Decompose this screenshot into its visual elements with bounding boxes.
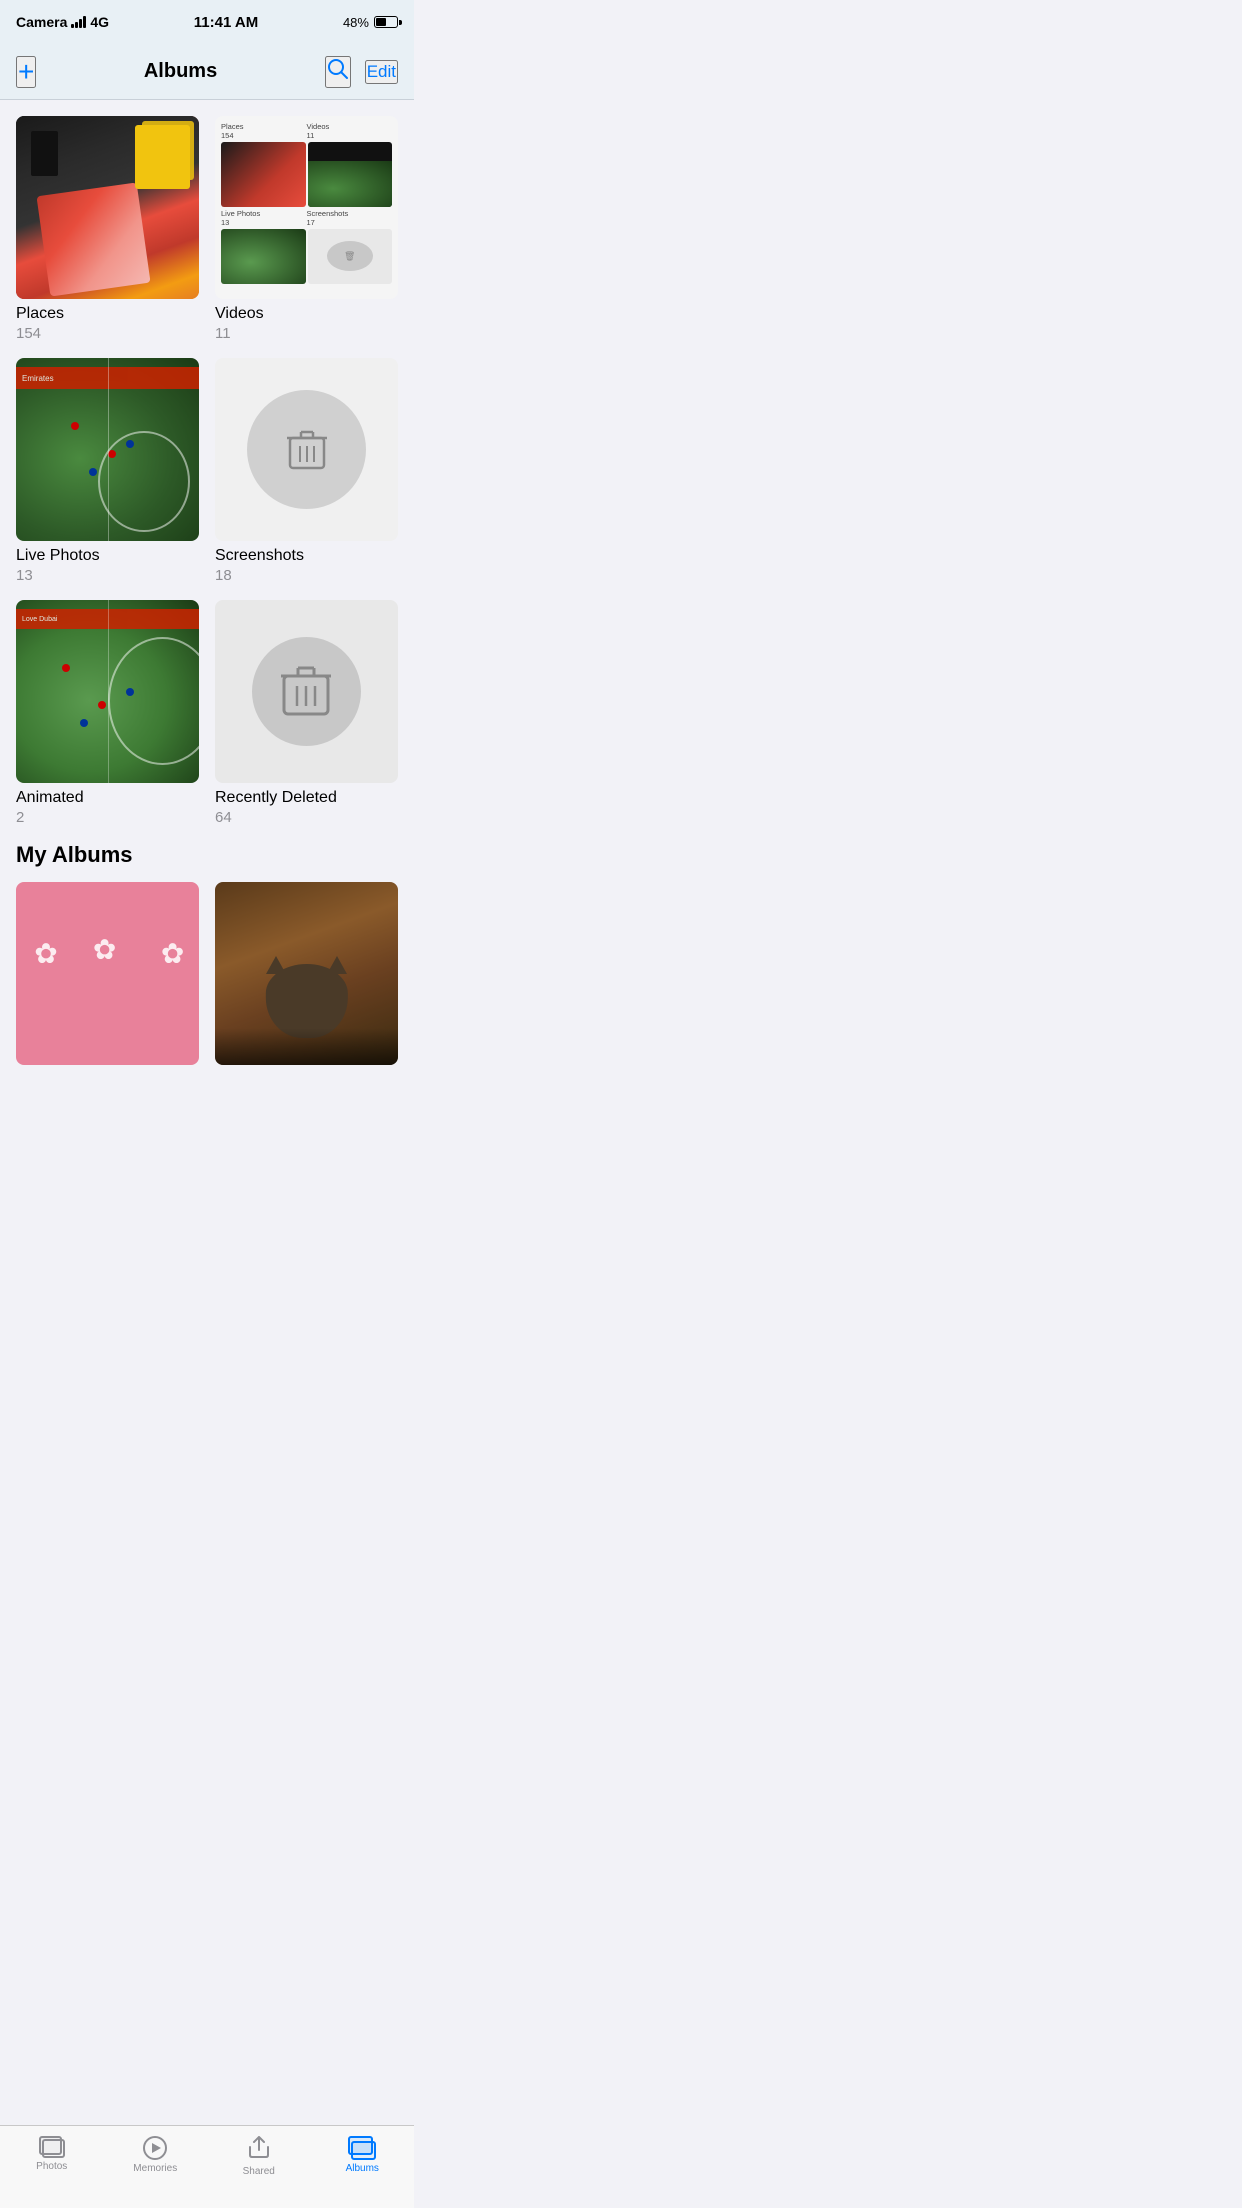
signal-bars: [71, 16, 86, 28]
trash-circle-screenshots: [247, 390, 366, 509]
places-count: 154: [16, 325, 199, 342]
memories-tab-icon: [143, 2136, 167, 2160]
places-label: Places: [16, 305, 199, 323]
mini-trash-image: 🗑: [308, 229, 393, 284]
nav-right-actions: Edit: [325, 56, 398, 88]
album-recently-deleted[interactable]: Recently Deleted 64: [215, 600, 398, 826]
tab-albums[interactable]: Albums: [332, 2136, 392, 2174]
status-right: 48%: [343, 15, 398, 30]
mini-places-count: 154: [221, 131, 307, 140]
photos-tab-icon: [39, 2136, 65, 2158]
animated-label: Animated: [16, 789, 199, 807]
my-albums-grid: ✿ ✿ ✿: [16, 882, 398, 1065]
memories-tab-label: Memories: [133, 2163, 177, 2174]
deleted-count: 64: [215, 809, 398, 826]
search-button[interactable]: [325, 56, 351, 88]
live-photos-label: Live Photos: [16, 547, 199, 565]
tab-shared[interactable]: Shared: [229, 2136, 289, 2177]
shared-tab-label: Shared: [243, 2166, 275, 2177]
videos-thumbnail: Places 154 Videos 11: [215, 116, 398, 299]
tab-memories[interactable]: Memories: [125, 2136, 185, 2174]
photos-tab-label: Photos: [36, 2161, 67, 2172]
pink-album-thumbnail: ✿ ✿ ✿: [16, 882, 199, 1065]
page-title: Albums: [144, 60, 217, 83]
carrier-label: Camera: [16, 14, 67, 30]
screenshots-thumbnail: [215, 358, 398, 541]
screenshots-count: 18: [215, 567, 398, 584]
mini-live-label: Live Photos: [221, 209, 307, 218]
cat-album-thumbnail: [215, 882, 398, 1065]
album-animated[interactable]: Love Dubai Animated 2: [16, 600, 199, 826]
mini-screenshots-label: Screenshots: [307, 209, 393, 218]
status-bar: Camera 4G 11:41 AM 48%: [0, 0, 414, 44]
album-videos[interactable]: Places 154 Videos 11: [215, 116, 398, 342]
mini-live-image: [221, 229, 306, 284]
my-albums-title: My Albums: [16, 842, 398, 868]
albums-tab-icon: [348, 2136, 376, 2160]
mini-screenshots-count: 17: [307, 218, 393, 227]
animated-thumbnail: Love Dubai: [16, 600, 199, 783]
mini-football-image: [308, 142, 393, 207]
scroll-content: Places 154 Places 154 Videos 11: [0, 100, 414, 1165]
deleted-thumbnail: [215, 600, 398, 783]
places-thumbnail: [16, 116, 199, 299]
deleted-label: Recently Deleted: [215, 789, 398, 807]
mini-videos-count: 11: [307, 131, 393, 140]
live-photos-thumbnail: Emirates: [16, 358, 199, 541]
mini-videos-label: Videos: [307, 122, 393, 131]
album-cat[interactable]: [215, 882, 398, 1065]
mini-live-count: 13: [221, 218, 307, 227]
battery-fill: [376, 18, 386, 26]
album-places[interactable]: Places 154: [16, 116, 199, 342]
battery-icon: [374, 16, 398, 28]
status-time: 11:41 AM: [194, 14, 258, 31]
albums-grid: Places 154 Places 154 Videos 11: [16, 116, 398, 826]
animated-count: 2: [16, 809, 199, 826]
tab-bar: Photos Memories Shared Albums: [0, 2125, 414, 2208]
shared-tab-icon: [246, 2136, 272, 2163]
videos-label: Videos: [215, 305, 398, 323]
screenshots-label: Screenshots: [215, 547, 398, 565]
mini-places-label: Places: [221, 122, 307, 131]
album-screenshots[interactable]: Screenshots 18: [215, 358, 398, 584]
live-photos-count: 13: [16, 567, 199, 584]
trash-circle-deleted: [252, 637, 362, 747]
nav-bar: + Albums Edit: [0, 44, 414, 100]
videos-count: 11: [215, 325, 398, 342]
mini-bag-image: [221, 142, 306, 207]
album-pink[interactable]: ✿ ✿ ✿: [16, 882, 199, 1065]
edit-button[interactable]: Edit: [365, 60, 398, 84]
battery-percent: 48%: [343, 15, 369, 30]
album-live-photos[interactable]: Emirates Live Photos 13: [16, 358, 199, 584]
status-left: Camera 4G: [16, 14, 109, 30]
add-button[interactable]: +: [16, 56, 36, 88]
albums-tab-label: Albums: [346, 2163, 379, 2174]
network-label: 4G: [90, 14, 109, 30]
tab-photos[interactable]: Photos: [22, 2136, 82, 2172]
